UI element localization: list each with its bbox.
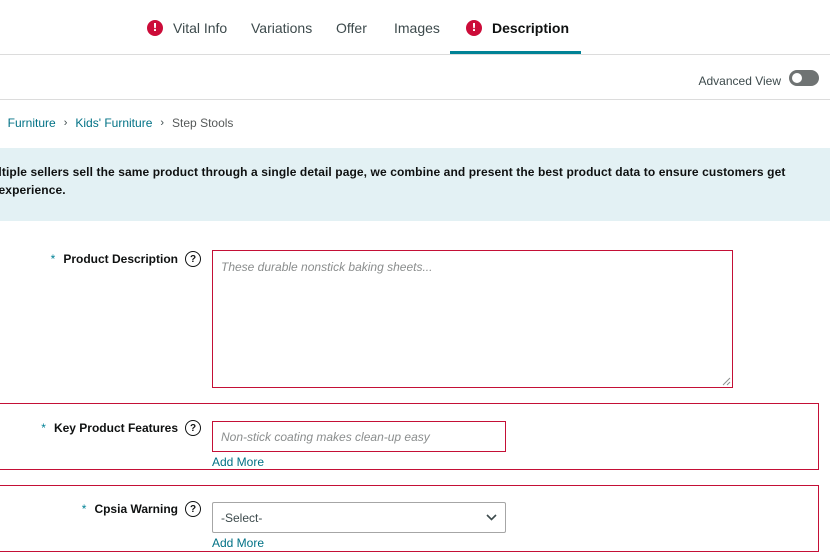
select-value: -Select- bbox=[221, 510, 263, 525]
key-product-features-input[interactable]: Non-stick coating makes clean-up easy bbox=[212, 421, 506, 452]
advanced-view-bar: Advanced View bbox=[0, 56, 830, 100]
key-product-features-label: * Key Product Features ? bbox=[41, 420, 201, 436]
product-description-textarea[interactable]: These durable nonstick baking sheets... bbox=[212, 250, 733, 388]
placeholder: Non-stick coating makes clean-up easy bbox=[221, 429, 430, 444]
tab-variations[interactable]: Variations bbox=[251, 0, 312, 55]
placeholder: These durable nonstick baking sheets... bbox=[221, 260, 433, 274]
chevron-right-icon: › bbox=[160, 117, 165, 129]
cpsia-warning-select[interactable]: -Select- bbox=[212, 502, 506, 533]
tab-label: Description bbox=[492, 19, 570, 36]
help-icon[interactable]: ? bbox=[185, 251, 201, 267]
tab-label: Vital Info bbox=[173, 19, 228, 36]
key-product-features-add-more-link[interactable]: Add More bbox=[212, 455, 264, 469]
error-icon: ! bbox=[147, 19, 163, 36]
breadcrumb-link-kids-furniture[interactable]: Kids' Furniture bbox=[75, 116, 152, 130]
breadcrumb: › Furniture › Kids' Furniture › Step Sto… bbox=[0, 116, 234, 130]
help-icon[interactable]: ? bbox=[185, 420, 201, 436]
toggle-knob bbox=[792, 73, 802, 83]
cpsia-warning-add-more-link[interactable]: Add More bbox=[212, 536, 264, 550]
field-label: Cpsia Warning bbox=[94, 502, 178, 516]
resize-handle-icon[interactable] bbox=[722, 377, 731, 386]
tab-bar: ! Vital Info Variations Offer Images ! D… bbox=[0, 0, 830, 55]
tab-images[interactable]: Images bbox=[394, 0, 440, 55]
tab-offer[interactable]: Offer bbox=[336, 0, 367, 55]
tab-description[interactable]: ! Description bbox=[466, 0, 569, 55]
advanced-view-toggle[interactable] bbox=[789, 70, 819, 86]
cpsia-warning-label: * Cpsia Warning ? bbox=[82, 501, 201, 517]
field-label: Product Description bbox=[63, 252, 178, 266]
banner-line-1: ultiple sellers sell the same product th… bbox=[0, 165, 786, 179]
tab-vital-info[interactable]: ! Vital Info bbox=[147, 0, 227, 55]
error-icon: ! bbox=[466, 19, 482, 36]
required-marker: * bbox=[50, 252, 56, 266]
info-banner: ultiple sellers sell the same product th… bbox=[0, 148, 830, 221]
tab-label: Variations bbox=[251, 19, 313, 36]
tab-label: Offer bbox=[336, 19, 367, 36]
breadcrumb-current: Step Stools bbox=[172, 116, 234, 130]
breadcrumb-link-furniture[interactable]: Furniture bbox=[8, 116, 56, 130]
advanced-view-label: Advanced View bbox=[698, 74, 782, 88]
field-label: Key Product Features bbox=[53, 421, 178, 435]
required-marker: * bbox=[41, 421, 46, 435]
chevron-down-icon bbox=[486, 514, 497, 521]
active-tab-indicator bbox=[450, 51, 581, 54]
required-marker: * bbox=[81, 502, 87, 516]
chevron-right-icon: › bbox=[63, 117, 68, 129]
product-description-label: * Product Description ? bbox=[51, 251, 201, 267]
tab-label: Images bbox=[394, 19, 440, 36]
help-icon[interactable]: ? bbox=[185, 501, 201, 517]
banner-text: ultiple sellers sell the same product th… bbox=[0, 163, 821, 199]
banner-line-2: t experience. bbox=[0, 183, 66, 197]
